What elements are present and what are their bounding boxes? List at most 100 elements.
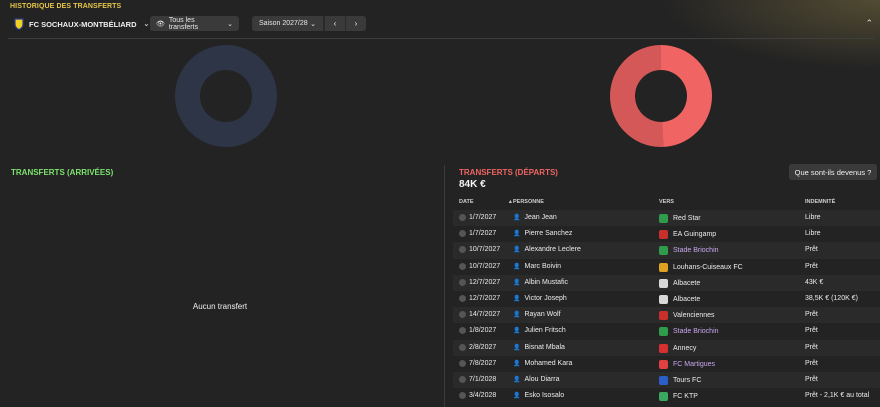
row-date: 1/7/2027 xyxy=(459,230,496,238)
row-person[interactable]: 👤 Alexandre Leclere xyxy=(513,246,581,253)
row-destination-club[interactable]: EA Guingamp xyxy=(659,230,716,240)
table-row[interactable]: 1/7/2027 👤 Jean Jean Red Star Libre xyxy=(453,210,880,227)
row-person[interactable]: 👤 Esko Isosalo xyxy=(513,392,564,399)
status-dot-icon xyxy=(459,214,466,221)
person-icon: 👤 xyxy=(513,393,521,400)
row-destination-club[interactable]: Tours FC xyxy=(659,375,701,385)
status-dot-icon xyxy=(459,392,466,400)
sort-asc-icon: ▴ xyxy=(509,199,512,205)
row-person[interactable]: 👤 Mohamed Kara xyxy=(513,360,572,367)
row-date: 12/7/2027 xyxy=(459,278,500,286)
season-label: Saison 2027/28 xyxy=(259,20,308,27)
club-selector[interactable]: FC SOCHAUX-MONTBÉLIARD ⌄ xyxy=(14,17,149,31)
table-row[interactable]: 12/7/2027 👤 Albin Mustafic Albacete 43K € xyxy=(453,274,880,291)
row-destination-club[interactable]: Red Star xyxy=(659,214,701,223)
chevron-down-icon: ⌄ xyxy=(310,20,316,28)
club-name: FC SOCHAUX-MONTBÉLIARD xyxy=(29,19,137,29)
column-divider xyxy=(444,165,445,407)
what-became-of-them-button[interactable]: Que sont-ils devenus ? xyxy=(789,164,877,180)
transfer-filter-dropdown[interactable]: 👁 Tous les transferts ⌄ xyxy=(150,16,239,31)
table-row[interactable]: 10/7/2027 👤 Marc Boivin Louhans-Cuiseaux FC… xyxy=(453,259,880,275)
row-person[interactable]: 👤 Bisnat Mbala xyxy=(513,344,565,351)
row-destination-club[interactable]: Louhans-Cuiseaux FC xyxy=(659,262,743,272)
table-row[interactable]: 1/8/2027 👤 Julien Fritsch Stade Briochin Prê… xyxy=(453,323,880,339)
club-crest-icon xyxy=(659,294,668,304)
club-crest-icon xyxy=(659,278,668,288)
club-crest-icon xyxy=(659,327,668,337)
person-icon: 👤 xyxy=(513,231,521,238)
person-icon: 👤 xyxy=(513,312,521,319)
season-selector: Saison 2027/28 ⌄ ‹ › xyxy=(252,16,366,31)
chevron-down-icon: ⌄ xyxy=(227,20,233,28)
status-dot-icon xyxy=(459,294,466,302)
club-crest-icon xyxy=(659,262,668,272)
row-date: 7/1/2028 xyxy=(459,375,496,383)
next-season-button[interactable]: › xyxy=(345,16,366,31)
row-fee: 43K € xyxy=(805,278,824,286)
status-dot-icon xyxy=(459,375,466,383)
row-date: 2/8/2027 xyxy=(459,343,496,351)
row-person[interactable]: 👤 Alou Diarra xyxy=(513,376,560,383)
season-dropdown[interactable]: Saison 2027/28 ⌄ xyxy=(252,16,324,31)
row-destination-club[interactable]: Stade Briochin xyxy=(659,246,719,256)
row-destination-club[interactable]: Albacete xyxy=(659,278,700,288)
row-fee: Prêt xyxy=(805,246,818,254)
column-header-person[interactable]: PERSONNE xyxy=(513,199,544,205)
section-title: HISTORIQUE DES TRANSFERTS xyxy=(10,3,122,10)
collapse-panel-button[interactable]: ⌃ xyxy=(865,18,873,29)
table-row[interactable]: 2/8/2027 👤 Bisnat Mbala Annecy Prêt xyxy=(453,339,880,356)
status-dot-icon xyxy=(459,230,466,238)
chevron-up-icon: ⌃ xyxy=(865,18,873,28)
table-row[interactable]: 3/4/2028 👤 Esko Isosalo FC KTP Prêt - 2,1K €… xyxy=(453,388,880,404)
row-person[interactable]: 👤 Marc Boivin xyxy=(513,263,561,270)
column-header-to[interactable]: VERS xyxy=(659,199,674,205)
departures-title: TRANSFERTS (DÉPARTS) xyxy=(459,168,558,177)
eye-icon: 👁 xyxy=(156,20,165,28)
row-destination-club[interactable]: Valenciennes xyxy=(659,311,715,321)
club-crest-icon xyxy=(659,359,668,369)
table-row[interactable]: 7/8/2027 👤 Mohamed Kara FC Martigues Prêt xyxy=(453,356,880,372)
row-person[interactable]: 👤 Albin Mustafic xyxy=(513,279,568,286)
table-row[interactable]: 12/7/2027 👤 Victor Joseph Albacete 38,5K € (… xyxy=(453,291,880,307)
departures-total: 84K € xyxy=(459,179,486,190)
table-row[interactable]: 10/7/2027 👤 Alexandre Leclere Stade Briochi… xyxy=(453,242,880,259)
row-date: 12/7/2027 xyxy=(459,294,500,302)
header-divider xyxy=(8,38,874,39)
row-date: 1/7/2027 xyxy=(459,214,496,221)
row-destination-club[interactable]: Annecy xyxy=(659,343,696,353)
row-person[interactable]: 👤 Victor Joseph xyxy=(513,295,567,302)
filter-label: Tous les transferts xyxy=(168,16,199,31)
row-destination-club[interactable]: Stade Briochin xyxy=(659,327,719,337)
person-icon: 👤 xyxy=(513,263,521,270)
row-destination-club[interactable]: FC KTP xyxy=(659,392,698,402)
row-person[interactable]: 👤 Jean Jean xyxy=(513,214,557,221)
row-person[interactable]: 👤 Julien Fritsch xyxy=(513,327,566,334)
column-header-fee[interactable]: INDEMNITÉ xyxy=(805,199,835,205)
status-dot-icon xyxy=(459,327,466,335)
status-dot-icon xyxy=(459,246,466,254)
row-date: 7/8/2027 xyxy=(459,359,496,367)
row-date: 3/4/2028 xyxy=(459,392,496,400)
row-person[interactable]: 👤 Pierre Sanchez xyxy=(513,230,572,237)
status-dot-icon xyxy=(459,262,466,270)
row-destination-club[interactable]: Albacete xyxy=(659,294,700,304)
departures-table-header: DATE ▴ PERSONNE VERS INDEMNITÉ xyxy=(453,196,880,210)
row-person[interactable]: 👤 Rayan Wolf xyxy=(513,311,561,318)
club-crest-icon xyxy=(659,246,668,256)
previous-season-button[interactable]: ‹ xyxy=(324,16,345,31)
departures-donut-chart xyxy=(610,45,712,147)
row-fee: Libre xyxy=(805,230,821,238)
person-icon: 👤 xyxy=(513,376,521,383)
column-header-date[interactable]: DATE xyxy=(459,199,474,205)
arrivals-title: TRANSFERTS (ARRIVÉES) xyxy=(11,168,114,177)
table-row[interactable]: 14/7/2027 👤 Rayan Wolf Valenciennes Prêt xyxy=(453,307,880,324)
row-destination-club[interactable]: FC Martigues xyxy=(659,359,715,369)
row-fee: Prêt xyxy=(805,359,818,367)
table-row[interactable]: 7/1/2028 👤 Alou Diarra Tours FC Prêt xyxy=(453,371,880,389)
table-row[interactable]: 1/7/2027 👤 Pierre Sanchez EA Guingamp Libre xyxy=(453,226,880,242)
person-icon: 👤 xyxy=(513,279,521,286)
status-dot-icon xyxy=(459,359,466,367)
status-dot-icon xyxy=(459,343,466,351)
club-crest-icon xyxy=(659,214,668,223)
person-icon: 👤 xyxy=(513,295,521,302)
